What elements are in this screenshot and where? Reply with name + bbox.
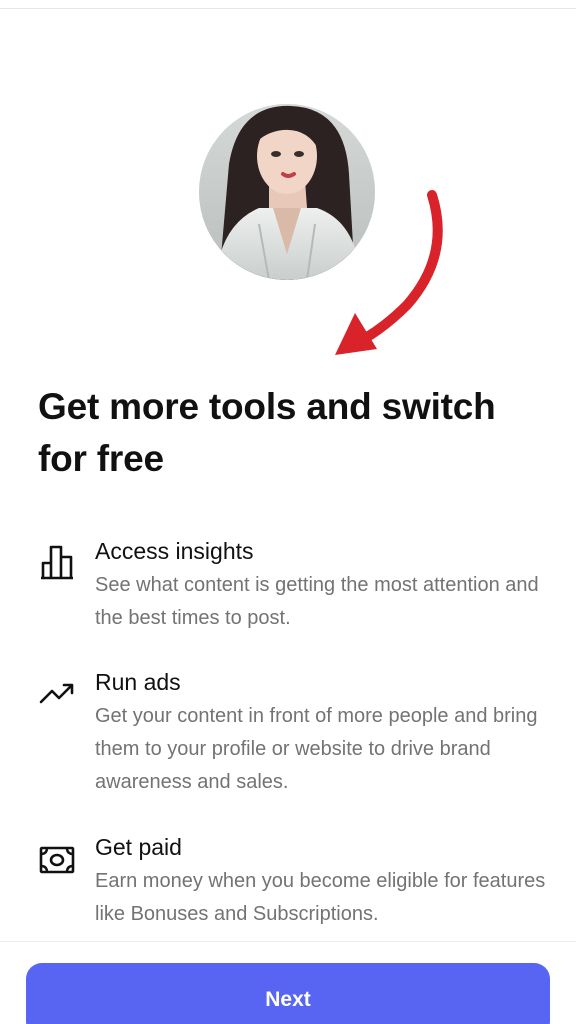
feature-description: See what content is getting the most att… bbox=[95, 574, 539, 629]
feature-description: Get your content in front of more people… bbox=[95, 705, 538, 793]
feature-title: Access insights bbox=[95, 538, 254, 564]
next-button[interactable]: Next bbox=[26, 963, 550, 1024]
switch-account-screen: Get more tools and switch for free Acces… bbox=[0, 0, 576, 1024]
red-arrow-icon bbox=[335, 190, 443, 355]
bar-chart-icon bbox=[41, 545, 73, 580]
feature-title: Run ads bbox=[95, 669, 181, 695]
page-title: Get more tools and switch for free bbox=[38, 386, 496, 479]
top-divider bbox=[0, 8, 576, 9]
next-button-label: Next bbox=[265, 988, 311, 1011]
trending-up-icon bbox=[39, 683, 74, 704]
footer-divider bbox=[0, 941, 576, 942]
feature-title: Get paid bbox=[95, 834, 182, 860]
money-icon bbox=[39, 846, 75, 874]
feature-description: Earn money when you become eligible for … bbox=[95, 870, 546, 925]
